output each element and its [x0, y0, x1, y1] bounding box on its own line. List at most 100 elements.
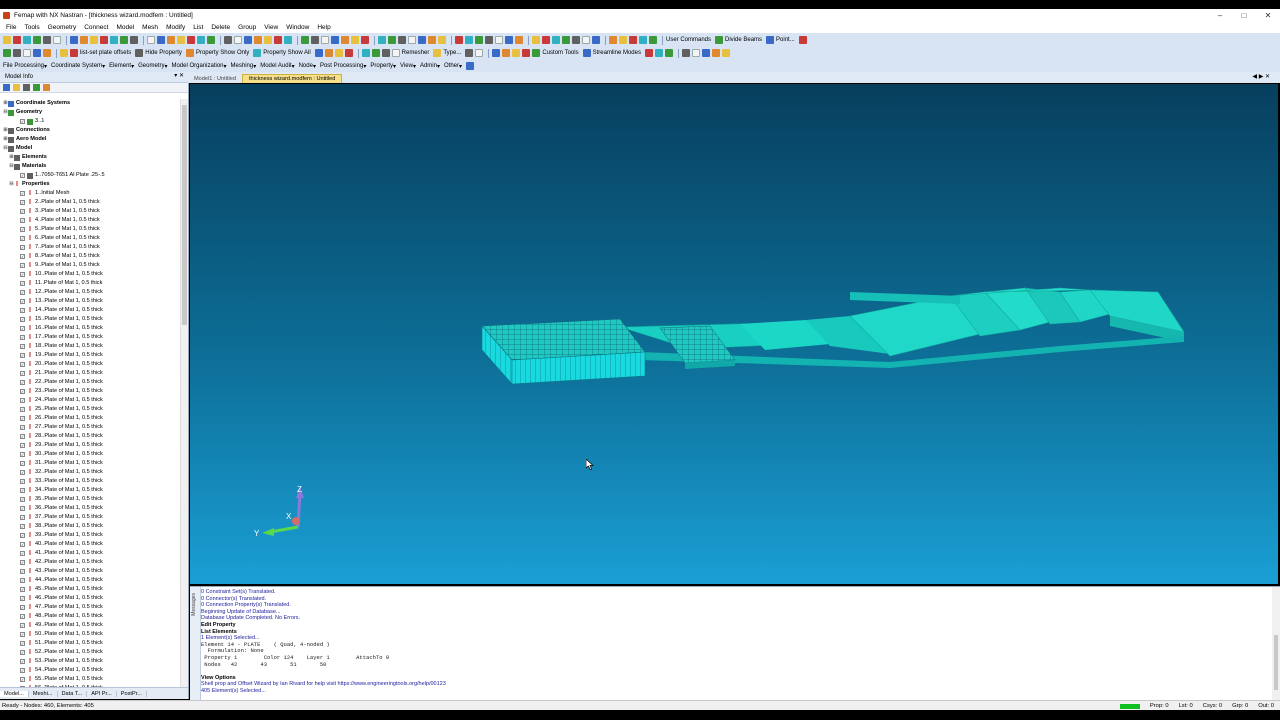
- toolbar-button-icon[interactable]: [721, 49, 730, 57]
- toolbar-button-icon[interactable]: [485, 36, 493, 44]
- toolbar-button-icon[interactable]: [582, 49, 591, 57]
- toolbar-button-icon[interactable]: [351, 36, 359, 44]
- toolbar-button-icon[interactable]: [465, 49, 474, 57]
- menu-tools[interactable]: Tools: [20, 24, 43, 31]
- toolbar-button-icon[interactable]: [701, 49, 710, 57]
- toolbar-button-icon[interactable]: [311, 36, 319, 44]
- status-csys[interactable]: Csys: 0: [1203, 703, 1222, 709]
- toolbar-button-icon[interactable]: [492, 49, 501, 57]
- tree-property-13[interactable]: ✓ I 13..Plate of Mat 1, 0.5 thick: [0, 297, 178, 306]
- menu-modify[interactable]: Modify: [162, 24, 189, 31]
- status-prop[interactable]: Prop: 0: [1150, 703, 1169, 709]
- toolbar-command-7[interactable]: Streamline Modes: [593, 50, 641, 56]
- toolbar-button-icon[interactable]: [465, 36, 473, 44]
- tree-property-45[interactable]: ✓ I 45..Plate of Mat 1, 0.5 thick: [0, 585, 178, 594]
- toolbar-dropdown-file-processing[interactable]: File Processing: [3, 63, 44, 69]
- tree-property-32[interactable]: ✓ I 32..Plate of Mat 1, 0.5 thick: [0, 468, 178, 477]
- toolbar-button-icon[interactable]: [619, 36, 627, 44]
- toolbar-button-icon[interactable]: [388, 36, 396, 44]
- checkbox-icon[interactable]: ✓: [20, 308, 25, 313]
- tree-geometry[interactable]: ⊟ Geometry: [0, 108, 178, 117]
- toolbar-button-icon[interactable]: [408, 36, 416, 44]
- chevron-down-icon[interactable]: ▾: [164, 63, 167, 70]
- chevron-down-icon[interactable]: ▾: [313, 63, 316, 70]
- toolbar-button-icon[interactable]: [187, 36, 195, 44]
- menu-model[interactable]: Model: [112, 24, 138, 31]
- toolbar-command-2[interactable]: Point...: [776, 37, 795, 43]
- toolbar-button-icon[interactable]: [253, 49, 262, 57]
- checkbox-icon[interactable]: ✓: [20, 551, 25, 556]
- checkbox-icon[interactable]: ✓: [20, 596, 25, 601]
- checkbox-icon[interactable]: ✓: [20, 632, 25, 637]
- toolbar-button-icon[interactable]: [381, 49, 390, 57]
- toolbar-button-icon[interactable]: [572, 36, 580, 44]
- tree-property-27[interactable]: ✓ I 27..Plate of Mat 1, 0.5 thick: [0, 423, 178, 432]
- toolbar-dropdown-view[interactable]: View: [400, 63, 413, 69]
- checkbox-icon[interactable]: ✓: [20, 587, 25, 592]
- toolbar-button-icon[interactable]: [207, 36, 215, 44]
- checkbox-icon[interactable]: ✓: [20, 263, 25, 268]
- toolbar-dropdown-geometry[interactable]: Geometry: [138, 63, 164, 69]
- toolbar-button-icon[interactable]: [23, 49, 31, 57]
- checkbox-icon[interactable]: ✓: [20, 398, 25, 403]
- checkbox-icon[interactable]: ✓: [20, 560, 25, 565]
- checkbox-icon[interactable]: ✓: [20, 659, 25, 664]
- status-grp[interactable]: Grp: 0: [1232, 703, 1248, 709]
- toolbar-button-icon[interactable]: [135, 49, 144, 57]
- toolbar-button-icon[interactable]: [110, 36, 118, 44]
- checkbox-icon[interactable]: ✓: [20, 245, 25, 250]
- tree-connections[interactable]: ⊞ Connections: [0, 126, 178, 135]
- toolbar-button-icon[interactable]: [649, 36, 657, 44]
- toolbar-button-icon[interactable]: [60, 49, 68, 57]
- tree-properties[interactable]: ⊟ I Properties: [0, 180, 178, 189]
- chevron-down-icon[interactable]: ▾: [102, 63, 105, 70]
- panel-tab-4[interactable]: PostPr...: [117, 690, 147, 697]
- toolbar-command-3[interactable]: Property Show All: [263, 50, 310, 56]
- toolbar-button-icon[interactable]: [274, 36, 282, 44]
- tree-property-6[interactable]: ✓ I 6..Plate of Mat 1, 0.5 thick: [0, 234, 178, 243]
- checkbox-icon[interactable]: ✓: [20, 344, 25, 349]
- checkbox-icon[interactable]: ✓: [20, 425, 25, 430]
- tree-scrollbar[interactable]: [180, 99, 188, 687]
- tree-property-16[interactable]: ✓ I 16..Plate of Mat 1, 0.5 thick: [0, 324, 178, 333]
- tree-property-38[interactable]: ✓ I 38..Plate of Mat 1, 0.5 thick: [0, 522, 178, 531]
- toolbar-command-0[interactable]: list-set plate offsets: [80, 50, 131, 56]
- toolbar-dropdown-admin[interactable]: Admin: [420, 63, 437, 69]
- toolbar-button-icon[interactable]: [224, 36, 232, 44]
- messages-scrollbar[interactable]: [1272, 587, 1280, 700]
- checkbox-icon[interactable]: ✓: [20, 119, 25, 124]
- toolbar-button-icon[interactable]: [53, 36, 61, 44]
- toolbar-dropdown-property[interactable]: Property: [370, 63, 393, 69]
- toolbar-button-icon[interactable]: [13, 49, 21, 57]
- tree-aero-model[interactable]: ⊞ Aero Model: [0, 135, 178, 144]
- menu-connect[interactable]: Connect: [80, 24, 112, 31]
- toolbar-button-icon[interactable]: [502, 49, 511, 57]
- checkbox-icon[interactable]: ✓: [20, 434, 25, 439]
- tree-property-35[interactable]: ✓ I 35..Plate of Mat 1, 0.5 thick: [0, 495, 178, 504]
- status-out[interactable]: Out: 0: [1258, 703, 1274, 709]
- toolbar-button-icon[interactable]: [715, 36, 724, 44]
- tree-property-8[interactable]: ✓ I 8..Plate of Mat 1, 0.5 thick: [0, 252, 178, 261]
- toolbar-dropdown-node[interactable]: Node: [299, 63, 313, 69]
- tree-property-21[interactable]: ✓ I 21..Plate of Mat 1, 0.5 thick: [0, 369, 178, 378]
- menu-group[interactable]: Group: [234, 24, 260, 31]
- tree-property-15[interactable]: ✓ I 15..Plate of Mat 1, 0.5 thick: [0, 315, 178, 324]
- toolbar-dropdown-model-audit[interactable]: Model Audit: [260, 63, 291, 69]
- chevron-down-icon[interactable]: ▾: [393, 63, 396, 70]
- toolbar-button-icon[interactable]: [254, 36, 262, 44]
- menu-mesh[interactable]: Mesh: [138, 24, 162, 31]
- chevron-down-icon[interactable]: ▾: [363, 63, 366, 70]
- messages-side-tab[interactable]: Messages: [190, 587, 201, 700]
- toolbar-button-icon[interactable]: [532, 49, 541, 57]
- toolbar-button-icon[interactable]: [341, 36, 349, 44]
- tree-property-20[interactable]: ✓ I 20..Plate of Mat 1, 0.5 thick: [0, 360, 178, 369]
- toolbar-command-5[interactable]: Type...: [443, 50, 461, 56]
- checkbox-icon[interactable]: ✓: [20, 506, 25, 511]
- tree-property-55[interactable]: ✓ I 55..Plate of Mat 1, 0.5 thick: [0, 675, 178, 684]
- tree-materials[interactable]: ⊟ Materials: [0, 162, 178, 171]
- tree-property-31[interactable]: ✓ I 31..Plate of Mat 1, 0.5 thick: [0, 459, 178, 468]
- menu-file[interactable]: File: [2, 24, 20, 31]
- checkbox-icon[interactable]: ✓: [20, 326, 25, 331]
- checkbox-icon[interactable]: ✓: [20, 488, 25, 493]
- checkbox-icon[interactable]: ✓: [20, 605, 25, 610]
